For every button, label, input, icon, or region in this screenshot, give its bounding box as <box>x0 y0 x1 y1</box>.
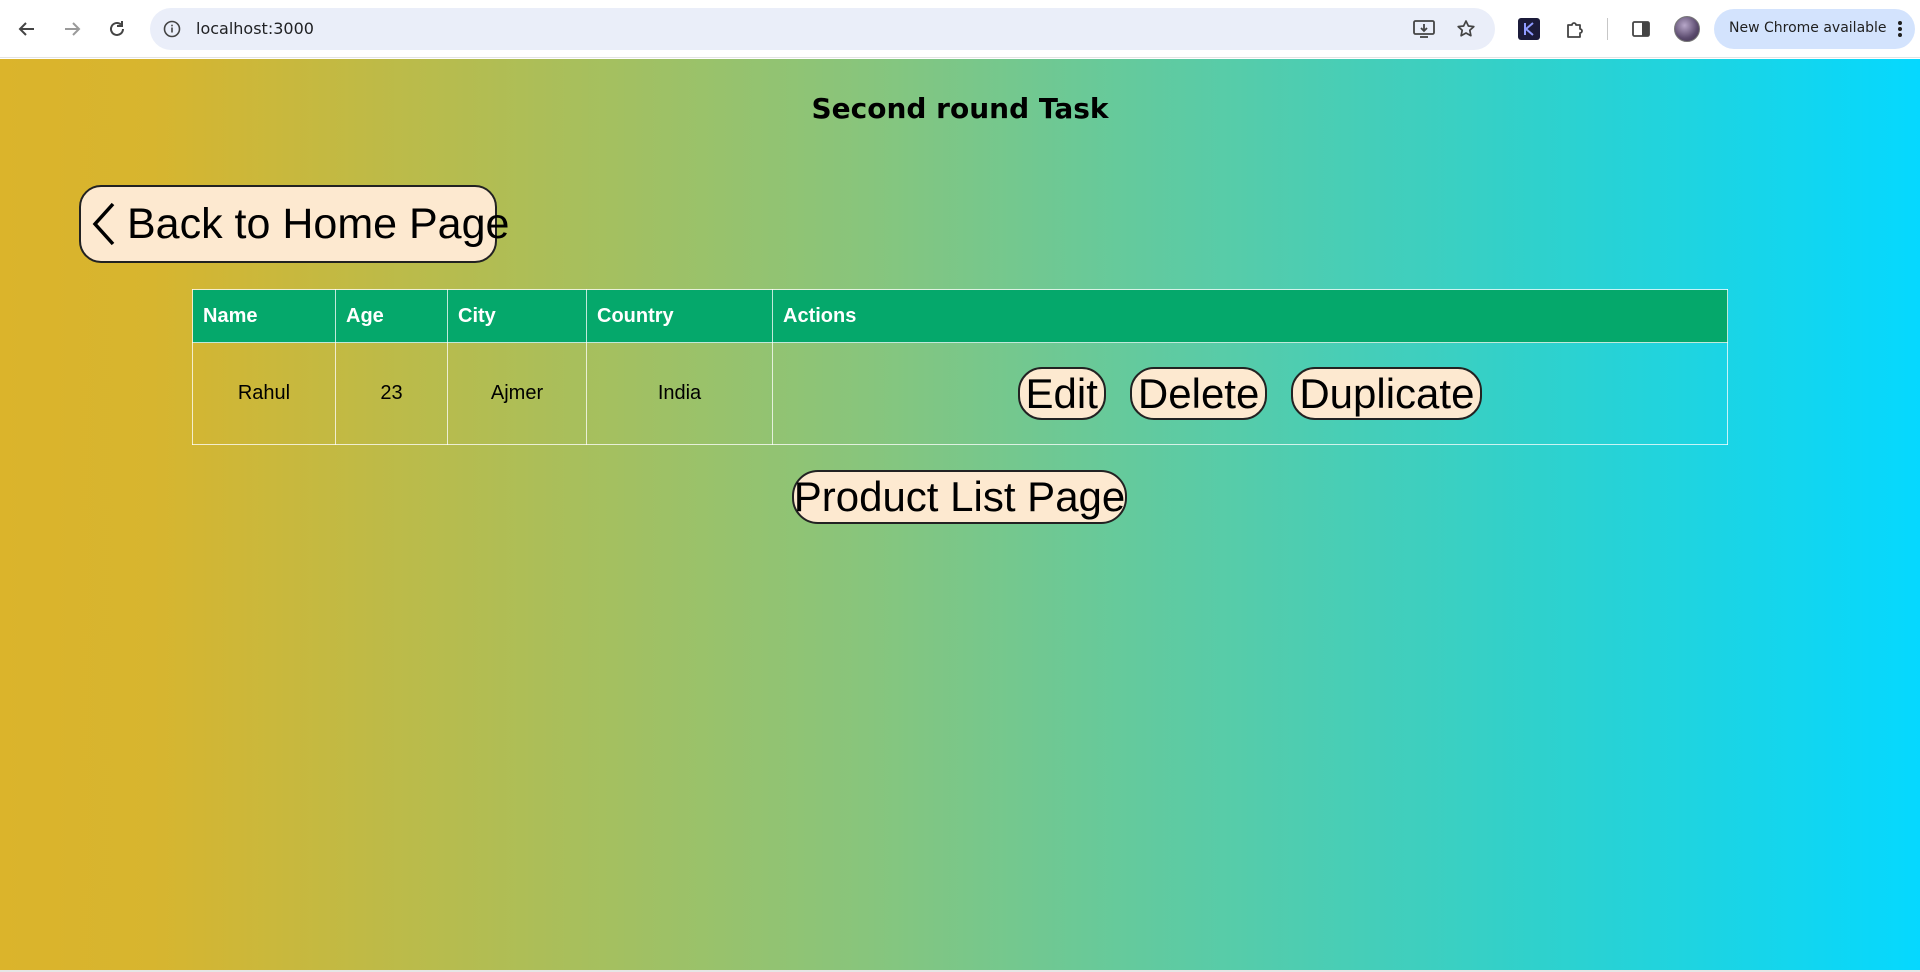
product-list-page-button[interactable]: Product List Page <box>792 470 1127 524</box>
cell-country: India <box>586 342 773 445</box>
reload-icon[interactable] <box>100 12 134 46</box>
back-to-home-button[interactable]: Back to Home Page <box>79 185 509 263</box>
extension-k-icon[interactable] <box>1517 17 1541 41</box>
users-table: Name Age City Country Actions Rahul 23 A… <box>192 289 1728 445</box>
table-row: Rahul 23 Ajmer India Edit Delete Duplica… <box>192 342 1728 445</box>
cell-age: 23 <box>335 342 448 445</box>
chrome-update-button[interactable]: New Chrome available <box>1714 9 1915 49</box>
site-info-icon[interactable] <box>160 17 184 41</box>
browser-toolbar: localhost:3000 New Chrome available <box>0 0 1920 58</box>
install-app-icon[interactable] <box>1412 17 1436 41</box>
column-header-name: Name <box>192 289 336 343</box>
edit-button[interactable]: Edit <box>1017 367 1106 420</box>
toolbar-divider <box>1607 18 1608 40</box>
url-text[interactable]: localhost:3000 <box>196 19 314 38</box>
forward-arrow-icon[interactable] <box>55 12 89 46</box>
extensions-puzzle-icon[interactable] <box>1563 17 1587 41</box>
cell-name: Rahul <box>192 342 336 445</box>
kebab-menu-icon[interactable] <box>1893 18 1907 40</box>
chevron-left-icon <box>89 201 117 247</box>
row-actions: Edit Delete Duplicate <box>773 367 1727 420</box>
column-header-age: Age <box>335 289 448 343</box>
column-header-actions: Actions <box>772 289 1728 343</box>
cell-actions: Edit Delete Duplicate <box>772 342 1728 445</box>
cell-city: Ajmer <box>447 342 587 445</box>
column-header-city: City <box>447 289 587 343</box>
delete-button[interactable]: Delete <box>1129 367 1268 420</box>
profile-avatar[interactable] <box>1674 16 1700 42</box>
duplicate-button[interactable]: Duplicate <box>1291 367 1483 420</box>
back-to-home-label: Back to Home Page <box>127 199 510 248</box>
back-arrow-icon[interactable] <box>10 12 44 46</box>
page-title: Second round Task <box>811 92 1109 125</box>
column-header-country: Country <box>586 289 773 343</box>
chrome-update-label: New Chrome available <box>1729 20 1887 36</box>
side-panel-icon[interactable] <box>1629 17 1653 41</box>
bookmark-star-icon[interactable] <box>1454 17 1478 41</box>
address-bar[interactable]: localhost:3000 <box>150 8 1495 50</box>
table-header-row: Name Age City Country Actions <box>192 289 1728 343</box>
